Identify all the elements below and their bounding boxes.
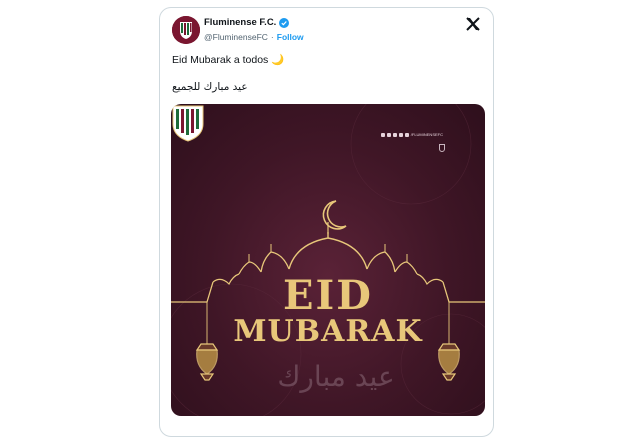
x-logo-icon[interactable] xyxy=(466,17,480,31)
small-crest-icon xyxy=(439,144,445,152)
follow-button[interactable]: Follow xyxy=(277,32,304,42)
facebook-icon xyxy=(380,132,385,137)
headline-mubarak: MUBARAK xyxy=(233,314,423,349)
headline-eid: EID xyxy=(283,272,373,319)
club-crest-icon xyxy=(172,105,204,142)
crescent-moon-icon xyxy=(322,200,347,230)
separator: · xyxy=(270,32,274,42)
lantern-left-icon xyxy=(195,343,219,381)
youtube-icon xyxy=(398,132,403,137)
author-name-row[interactable]: Fluminense F.C. xyxy=(204,17,290,28)
social-handles-strip: /FLUMINENSEFC xyxy=(380,132,443,137)
club-crest-icon xyxy=(172,16,200,44)
handle[interactable]: @FluminenseFC xyxy=(204,32,268,42)
tweet-text-line-2: عيد مبارك للجميع xyxy=(172,81,248,93)
display-name[interactable]: Fluminense F.C. xyxy=(204,17,276,28)
tweet-media-image[interactable]: /FLUMINENSEFC EID MUBARAK عيد مبارك xyxy=(171,104,485,416)
tweet-card[interactable]: Fluminense F.C. @FluminenseFC · Follow E… xyxy=(159,7,494,437)
lantern-right-icon xyxy=(437,343,461,381)
avatar[interactable] xyxy=(172,16,200,44)
arabic-calligraphy: عيد مبارك xyxy=(277,360,395,393)
social-handle: /FLUMINENSEFC xyxy=(410,132,443,137)
instagram-icon xyxy=(386,132,391,137)
tiktok-icon xyxy=(404,132,409,137)
verified-badge-icon xyxy=(279,17,290,28)
x-icon xyxy=(392,132,397,137)
handle-row: @FluminenseFC · Follow xyxy=(204,32,304,42)
tweet-text-line-1: Eid Mubarak a todos 🌙 xyxy=(172,54,285,66)
